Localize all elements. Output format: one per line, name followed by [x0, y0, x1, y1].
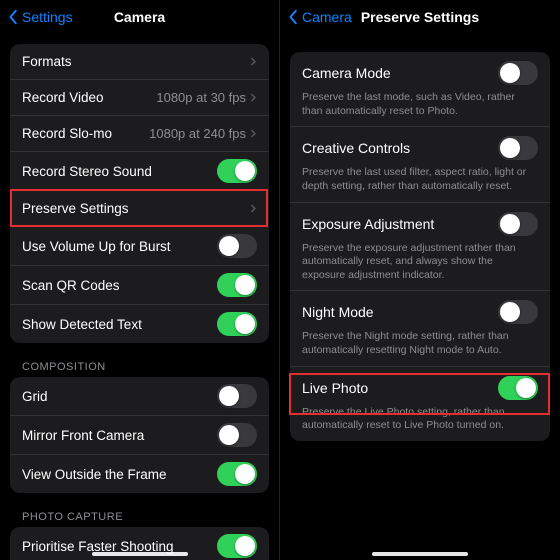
- row-label: Exposure Adjustment: [302, 216, 498, 232]
- row-label: Record Slo-mo: [22, 126, 149, 141]
- row-value: 1080p at 240 fps: [149, 126, 246, 141]
- row-detected-text: Show Detected Text: [10, 305, 269, 343]
- row-label: Preserve Settings: [22, 201, 250, 216]
- row-label: Camera Mode: [302, 65, 498, 81]
- row-outside-frame: View Outside the Frame: [10, 455, 269, 493]
- toggle-creative-controls[interactable]: [498, 136, 538, 160]
- toggle-exposure-adjustment[interactable]: [498, 212, 538, 236]
- row-label: Show Detected Text: [22, 317, 217, 332]
- row-mirror-front: Mirror Front Camera: [10, 416, 269, 455]
- block-creative-controls: Creative Controls Preserve the last used…: [290, 127, 550, 202]
- row-label: Mirror Front Camera: [22, 428, 217, 443]
- toggle-detected-text[interactable]: [217, 312, 257, 336]
- home-indicator[interactable]: [92, 552, 188, 556]
- section-header-photo-capture: PHOTO CAPTURE: [22, 511, 257, 523]
- row-label: View Outside the Frame: [22, 467, 217, 482]
- row-formats[interactable]: Formats: [10, 44, 269, 80]
- row-record-slomo[interactable]: Record Slo-mo 1080p at 240 fps: [10, 116, 269, 152]
- chevron-right-icon: [250, 128, 257, 139]
- toggle-scan-qr[interactable]: [217, 273, 257, 297]
- row-grid: Grid: [10, 377, 269, 416]
- preserve-settings-screen: Camera Preserve Settings Camera Mode Pre…: [280, 0, 560, 560]
- toggle-mirror-front[interactable]: [217, 423, 257, 447]
- toggle-outside-frame[interactable]: [217, 462, 257, 486]
- chevron-left-icon: [8, 9, 20, 25]
- block-camera-mode: Camera Mode Preserve the last mode, such…: [290, 52, 550, 127]
- home-indicator[interactable]: [372, 552, 468, 556]
- row-label: Creative Controls: [302, 140, 498, 156]
- group-capture: Formats Record Video 1080p at 30 fps Rec…: [10, 44, 269, 343]
- row-description: Preserve the last mode, such as Video, r…: [290, 87, 550, 126]
- block-live-photo: Live Photo Preserve the Live Photo setti…: [290, 367, 550, 441]
- row-label: Record Video: [22, 90, 156, 105]
- chevron-left-icon: [288, 9, 300, 25]
- row-description: Preserve the Live Photo setting, rather …: [290, 402, 550, 441]
- toggle-stereo-sound[interactable]: [217, 159, 257, 183]
- chevron-right-icon: [250, 56, 257, 67]
- row-label: Night Mode: [302, 304, 498, 320]
- chevron-right-icon: [250, 203, 257, 214]
- camera-settings-screen: Settings Camera Formats Record Video 108…: [0, 0, 280, 560]
- row-label: Grid: [22, 389, 217, 404]
- chevron-right-icon: [250, 92, 257, 103]
- row-description: Preserve the last used filter, aspect ra…: [290, 162, 550, 201]
- row-label: Live Photo: [302, 380, 498, 396]
- row-label: Formats: [22, 54, 250, 69]
- row-value: 1080p at 30 fps: [156, 90, 246, 105]
- navbar: Camera Preserve Settings: [280, 0, 560, 34]
- navbar: Settings Camera: [0, 0, 279, 34]
- toggle-volume-burst[interactable]: [217, 234, 257, 258]
- toggle-live-photo[interactable]: [498, 376, 538, 400]
- section-header-composition: COMPOSITION: [22, 361, 257, 373]
- back-label: Camera: [302, 9, 352, 25]
- row-label: Use Volume Up for Burst: [22, 239, 217, 254]
- back-button[interactable]: Settings: [8, 9, 73, 25]
- block-night-mode: Night Mode Preserve the Night mode setti…: [290, 291, 550, 366]
- row-label: Scan QR Codes: [22, 278, 217, 293]
- back-button[interactable]: Camera: [288, 9, 352, 25]
- row-volume-burst: Use Volume Up for Burst: [10, 227, 269, 266]
- block-exposure-adjustment: Exposure Adjustment Preserve the exposur…: [290, 203, 550, 292]
- toggle-prioritise-faster[interactable]: [217, 534, 257, 558]
- back-label: Settings: [22, 9, 73, 25]
- group-composition: Grid Mirror Front Camera View Outside th…: [10, 377, 269, 493]
- toggle-grid[interactable]: [217, 384, 257, 408]
- row-record-video[interactable]: Record Video 1080p at 30 fps: [10, 80, 269, 116]
- row-description: Preserve the Night mode setting, rather …: [290, 326, 550, 365]
- toggle-camera-mode[interactable]: [498, 61, 538, 85]
- row-scan-qr: Scan QR Codes: [10, 266, 269, 305]
- row-stereo-sound: Record Stereo Sound: [10, 152, 269, 191]
- row-label: Record Stereo Sound: [22, 164, 217, 179]
- row-preserve-settings[interactable]: Preserve Settings: [10, 191, 269, 227]
- group-preserve: Camera Mode Preserve the last mode, such…: [290, 52, 550, 441]
- row-description: Preserve the exposure adjustment rather …: [290, 238, 550, 291]
- toggle-night-mode[interactable]: [498, 300, 538, 324]
